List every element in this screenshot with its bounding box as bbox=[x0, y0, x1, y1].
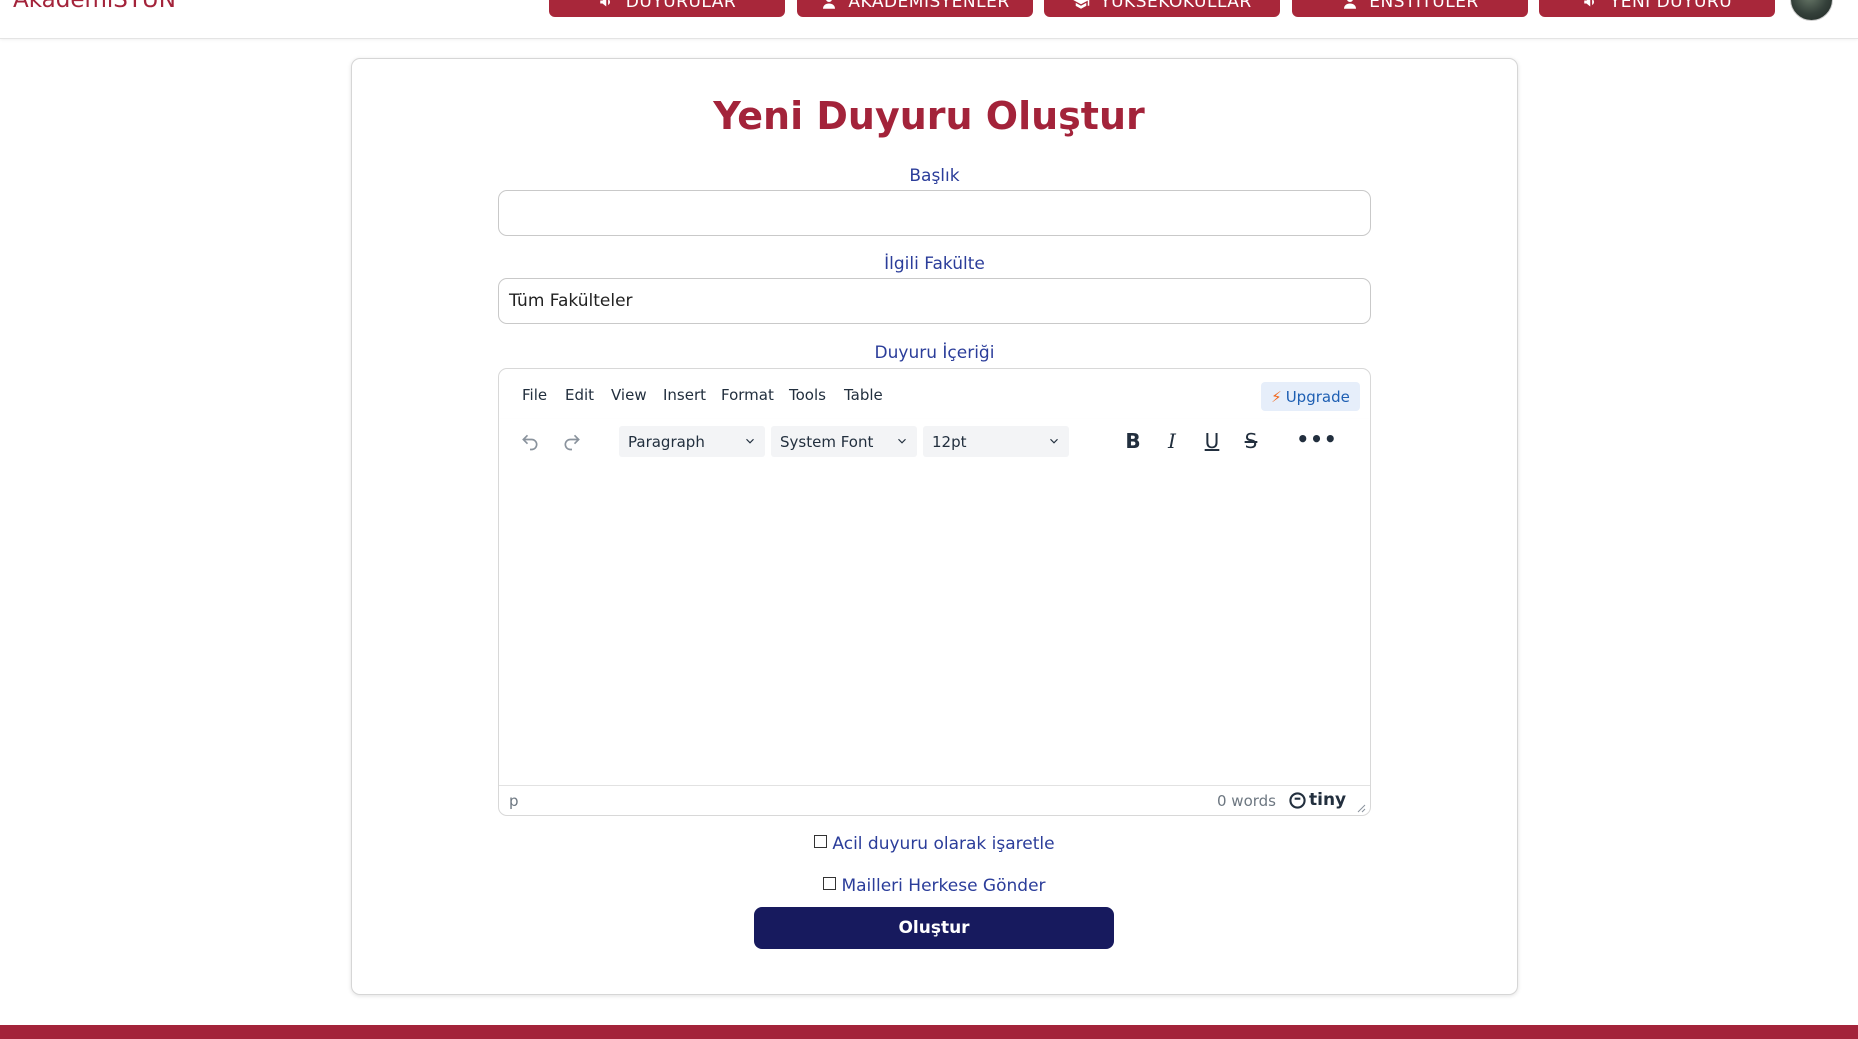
underline-icon[interactable]: U bbox=[1195, 426, 1229, 456]
top-navbar: AkademiSTUN DUYURULAR AKADEMİSYENLER YÜK… bbox=[0, 0, 1858, 39]
nav-yeni-duyuru-button[interactable]: YENİ DUYURU bbox=[1539, 0, 1775, 17]
menu-tools[interactable]: Tools bbox=[789, 386, 826, 404]
nav-enstituler-label: ENSTİTÜLER bbox=[1369, 0, 1479, 12]
resize-handle-icon[interactable] bbox=[1356, 803, 1366, 813]
faculty-label: İlgili Fakülte bbox=[884, 254, 985, 274]
lightning-icon: ⚡ bbox=[1271, 387, 1282, 406]
menu-view[interactable]: View bbox=[611, 386, 647, 404]
chevron-down-icon bbox=[898, 438, 906, 444]
editor-statusbar: p 0 words tiny bbox=[499, 785, 1370, 815]
brand-logo[interactable]: AkademiSTUN bbox=[13, 0, 176, 13]
upgrade-label: Upgrade bbox=[1285, 387, 1350, 406]
nav-enstituler-button[interactable]: ENSTİTÜLER bbox=[1292, 0, 1528, 17]
faculty-select[interactable]: Tüm Fakülteler bbox=[498, 278, 1371, 324]
tiny-icon bbox=[1289, 791, 1306, 809]
menu-edit[interactable]: Edit bbox=[565, 386, 594, 404]
word-count[interactable]: 0 words bbox=[1217, 792, 1276, 810]
user-icon bbox=[1341, 0, 1359, 11]
megaphone-icon bbox=[1582, 0, 1600, 11]
mail-label: Mailleri Herkese Gönder bbox=[841, 876, 1046, 896]
block-format-value: Paragraph bbox=[628, 432, 705, 451]
font-family-select[interactable]: System Font bbox=[771, 426, 917, 457]
redo-icon[interactable] bbox=[555, 427, 589, 457]
title-label: Başlık bbox=[909, 166, 960, 186]
mail-checkbox[interactable] bbox=[823, 877, 837, 890]
content-label: Duyuru İçeriği bbox=[874, 343, 995, 363]
more-icon[interactable]: ••• bbox=[1296, 424, 1336, 454]
menu-file[interactable]: File bbox=[522, 386, 547, 404]
tiny-label: tiny bbox=[1309, 790, 1347, 810]
nav-duyurular-button[interactable]: DUYURULAR bbox=[549, 0, 785, 17]
font-family-value: System Font bbox=[780, 432, 874, 451]
nav-akademisyenler-button[interactable]: AKADEMİSYENLER bbox=[797, 0, 1033, 17]
font-size-select[interactable]: 12pt bbox=[923, 426, 1069, 457]
menu-format[interactable]: Format bbox=[721, 386, 774, 404]
menu-insert[interactable]: Insert bbox=[663, 386, 706, 404]
menu-table[interactable]: Table bbox=[844, 386, 883, 404]
editor-content-area[interactable] bbox=[499, 467, 1370, 785]
rich-text-editor: File Edit View Insert Format Tools Table… bbox=[498, 368, 1371, 816]
chevron-down-icon bbox=[1050, 438, 1058, 444]
italic-icon[interactable]: I bbox=[1155, 426, 1189, 456]
nav-duyurular-label: DUYURULAR bbox=[625, 0, 737, 12]
urgent-checkbox[interactable] bbox=[814, 835, 828, 848]
editor-menubar: File Edit View Insert Format Tools Table… bbox=[499, 369, 1370, 419]
nav-yeni-duyuru-label: YENİ DUYURU bbox=[1609, 0, 1733, 12]
tiny-logo[interactable]: tiny bbox=[1289, 790, 1346, 810]
urgent-checkbox-row[interactable]: Acil duyuru olarak işaretle bbox=[498, 834, 1371, 854]
school-icon bbox=[1072, 0, 1090, 11]
megaphone-icon bbox=[598, 0, 616, 11]
mail-checkbox-row[interactable]: Mailleri Herkese Gönder bbox=[498, 876, 1371, 896]
nav-akademisyenler-label: AKADEMİSYENLER bbox=[848, 0, 1010, 12]
undo-icon[interactable] bbox=[513, 427, 547, 457]
user-icon bbox=[820, 0, 838, 11]
title-input[interactable] bbox=[498, 190, 1371, 236]
nav-yuksekokullar-label: YÜKSEKOKULLAR bbox=[1100, 0, 1252, 12]
nav-yuksekokullar-button[interactable]: YÜKSEKOKULLAR bbox=[1044, 0, 1280, 17]
element-path[interactable]: p bbox=[509, 792, 519, 810]
user-avatar[interactable] bbox=[1790, 0, 1833, 21]
footer-bar bbox=[0, 1025, 1858, 1039]
urgent-label: Acil duyuru olarak işaretle bbox=[832, 834, 1055, 854]
block-format-select[interactable]: Paragraph bbox=[619, 426, 765, 457]
font-size-value: 12pt bbox=[932, 432, 967, 451]
strikethrough-icon[interactable]: S bbox=[1234, 426, 1268, 456]
chevron-down-icon bbox=[746, 438, 754, 444]
upgrade-button[interactable]: ⚡ Upgrade bbox=[1261, 382, 1360, 411]
bold-icon[interactable]: B bbox=[1116, 426, 1150, 456]
create-button[interactable]: Oluştur bbox=[754, 907, 1114, 949]
page-title: Yeni Duyuru Oluştur bbox=[713, 94, 1145, 138]
